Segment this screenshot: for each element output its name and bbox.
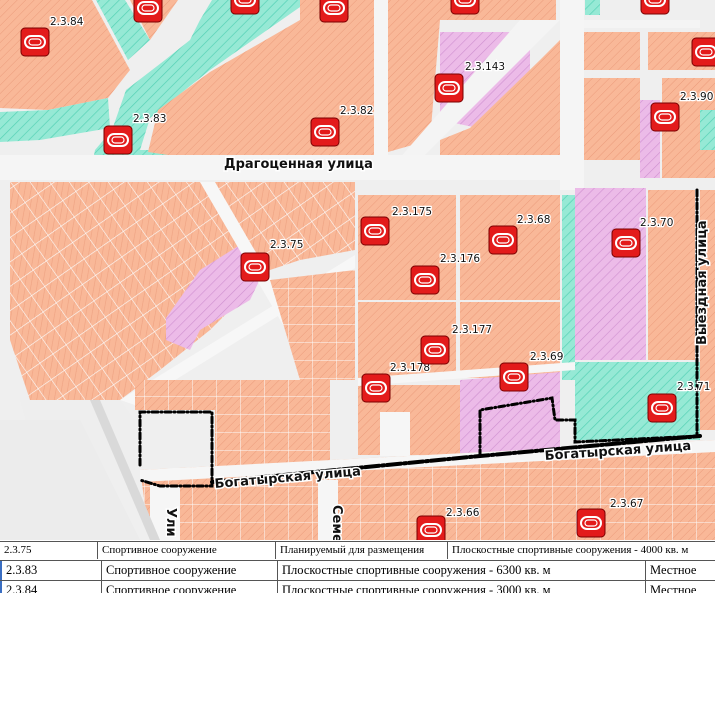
cell-significance: Местное (645, 561, 715, 580)
table-row: 2.3.75 Спортивное сооружение Планируемый… (0, 541, 715, 559)
cell-description: Плоскостные спортивные сооружения - 3000… (277, 581, 645, 593)
cell-description: Плоскостные спортивные сооружения - 6300… (277, 561, 645, 580)
sport-facility-icon[interactable] (488, 225, 518, 255)
table-row: 2.3.84 Спортивное сооружение Плоскостные… (0, 580, 715, 593)
street-label-semenovskaya: Семе (329, 505, 344, 540)
sport-facility-icon[interactable] (410, 265, 440, 295)
map-viewport[interactable]: Драгоценная улица Богатырская улица Бога… (0, 0, 715, 540)
sport-facility-icon[interactable] (499, 362, 529, 392)
cell-code: 2.3.75 (4, 544, 32, 556)
cell-type: Спортивное сооружение (97, 542, 275, 559)
zone-label-2-3-90: 2.3.90 (680, 91, 713, 103)
sport-facility-icon[interactable] (691, 37, 715, 67)
sport-facility-icon[interactable] (319, 0, 349, 23)
zone-label-2-3-70: 2.3.70 (640, 217, 673, 229)
sport-facility-icon[interactable] (420, 335, 450, 365)
sport-facility-icon[interactable] (361, 373, 391, 403)
planning-map[interactable]: Драгоценная улица Богатырская улица Бога… (0, 0, 715, 540)
sport-facility-icon[interactable] (103, 125, 133, 155)
zone-label-2-3-71: 2.3.71 (677, 381, 710, 393)
sport-facility-icon[interactable] (650, 102, 680, 132)
zone-label-2-3-75: 2.3.75 (270, 239, 303, 251)
facility-table: 2.3.75 Спортивное сооружение Планируемый… (0, 541, 715, 593)
sport-facility-icon[interactable] (647, 393, 677, 423)
table-row: 2.3.83 Спортивное сооружение Плоскостные… (0, 560, 715, 580)
street-label-dragocennaya: Драгоценная улица (224, 157, 373, 172)
sport-facility-icon[interactable] (416, 515, 446, 540)
zone-label-2-3-82: 2.3.82 (340, 105, 373, 117)
zone-label-2-3-84: 2.3.84 (50, 16, 84, 28)
zone-label-2-3-143: 2.3.143 (465, 61, 505, 73)
sport-facility-icon[interactable] (450, 0, 480, 15)
road-vertical-center (374, 0, 388, 180)
zone-label-2-3-176: 2.3.176 (440, 253, 480, 265)
sport-facility-icon[interactable] (360, 216, 390, 246)
zone-label-2-3-69: 2.3.69 (530, 351, 563, 363)
sport-facility-icon[interactable] (640, 0, 670, 15)
sport-facility-icon[interactable] (133, 0, 163, 23)
zone-label-2-3-175: 2.3.175 (392, 206, 432, 218)
road-vertical-right (560, 0, 584, 190)
sport-facility-icon[interactable] (434, 73, 464, 103)
sport-facility-icon[interactable] (310, 117, 340, 147)
street-label-ulica: Ули (163, 508, 178, 537)
sport-facility-icon[interactable] (611, 228, 641, 258)
sport-facility-icon[interactable] (240, 252, 270, 282)
sport-facility-icon[interactable] (230, 0, 260, 15)
cell-description: Плоскостные спортивные сооружения - 4000… (447, 542, 715, 559)
zone-label-2-3-68: 2.3.68 (517, 214, 550, 226)
cell-type: Спортивное сооружение (101, 581, 277, 593)
sport-facility-icon[interactable] (576, 508, 606, 538)
cell-code: 2.3.83 (0, 561, 101, 580)
cell-significance: Местное (645, 581, 715, 593)
sport-facility-icon[interactable] (20, 27, 50, 57)
cell-status: Планируемый для размещения (275, 542, 447, 559)
zone-label-2-3-177: 2.3.177 (452, 324, 492, 336)
zone-label-2-3-83: 2.3.83 (133, 113, 166, 125)
cell-code: 2.3.84 (0, 581, 101, 593)
cell-type: Спортивное сооружение (101, 561, 277, 580)
street-label-vyezdnaya: Выездная улица (695, 220, 710, 345)
zone-label-2-3-67: 2.3.67 (610, 498, 643, 510)
zone-label-2-3-66: 2.3.66 (446, 507, 480, 519)
